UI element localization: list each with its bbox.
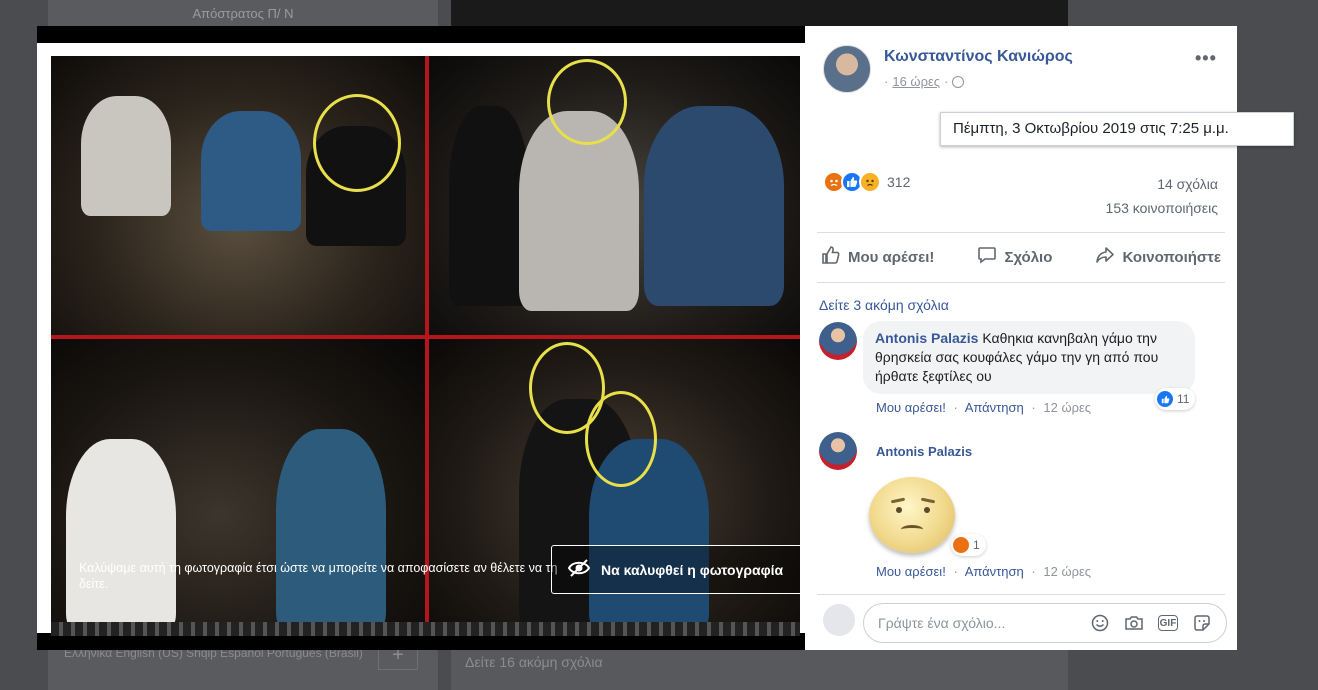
emoji-icon[interactable] [1090,613,1110,633]
separator-dot: · [953,564,958,579]
gif-label: GIF [1159,617,1177,629]
comment-like-link[interactable]: Μου αρέσει! [876,564,946,579]
photo-frame: Καλύψαμε αυτή τη φωτογραφία έτσι ώστε να… [37,43,805,633]
separator-dot: · [1031,400,1036,415]
like-label: Μου αρέσει! [848,248,935,266]
highlight-circle [585,391,657,487]
photo-panel-top-left [51,56,425,335]
commenter-avatar[interactable] [819,322,857,360]
sticker-eye [896,507,902,513]
sad-face-sticker [869,477,955,553]
comment-reaction-count: 1 [973,538,980,552]
sticker-icon[interactable] [1192,613,1212,633]
photo-panel-top-right [429,56,800,335]
post-options-button[interactable]: ••• [1195,48,1217,69]
photo-viewer: Καλύψαμε αυτή τη φωτογραφία έτσι ώστε να… [37,26,805,650]
background-top-bar [451,0,1068,26]
share-arrow-icon [1095,245,1115,269]
uncover-photo-label: Να καλυφθεί η φωτογραφία [601,561,784,578]
comment-time-link[interactable]: 12 ώρες [1043,400,1091,415]
person-figure [66,439,176,633]
comment-bubble: Antonis Palazis Καθηκια κανηβαλη γάμο τη… [863,321,1195,394]
commenter-name[interactable]: Antonis Palazis [876,444,972,459]
comment-input[interactable]: Γράψτε ένα σχόλιο... [878,615,1090,631]
author-name[interactable]: Κωνσταντίνος Κανιώρος [884,48,1073,66]
post-meta: · 16 ώρες · [884,74,965,89]
angry-reaction-icon [953,537,969,553]
sticker-mouth [901,525,923,534]
comment-time-link[interactable]: 12 ώρες [1043,564,1091,579]
covered-photo[interactable]: Καλύψαμε αυτή τη φωτογραφία έτσι ώστε να… [51,56,800,633]
comments-count-link[interactable]: 14 σχόλια [1157,176,1218,192]
divider [817,282,1225,283]
red-divider-horizontal [51,335,800,339]
share-label: Κοινοποιήστε [1122,248,1221,266]
comment-button[interactable]: Σχόλιο [973,245,1056,269]
thumbs-up-icon [821,245,841,269]
highlight-circle [313,94,401,192]
sticker-brow [920,497,936,504]
sticker-brow [890,497,906,504]
person-figure [81,96,171,216]
uncover-photo-button[interactable]: Να καλυφθεί η φωτογραφία [551,545,800,594]
speech-bubble-icon [977,245,997,269]
time-separator: · [884,74,889,89]
post-action-bar: Μου αρέσει! Σχόλιο Κοινοποιήστε [817,238,1225,276]
author-avatar[interactable] [823,45,871,93]
photo-caption-strip [51,622,800,636]
divider [817,232,1225,233]
comment-reactions[interactable]: 1 [951,534,986,556]
reactions-summary[interactable]: 312 [823,171,910,193]
cover-notice: Καλύψαμε αυτή τη φωτογραφία έτσι ώστε να… [79,561,558,591]
timestamp-tooltip: Πέμπτη, 3 Οκτωβρίου 2019 στις 7:25 μ.μ. [940,112,1294,146]
like-button[interactable]: Μου αρέσει! [817,245,938,269]
sticker-eye [924,507,930,513]
commenter-avatar[interactable] [819,432,857,470]
comment-label: Σχόλιο [1004,248,1053,266]
user-avatar [823,604,855,636]
eye-slash-icon [567,558,591,581]
share-button[interactable]: Κοινοποιήστε [1091,245,1225,269]
background-page-title: Απόστρατος Π/ Ν [192,6,294,21]
separator-dot: · [953,400,958,415]
separator-dot: · [944,74,949,89]
camera-icon[interactable] [1124,613,1144,633]
red-divider-vertical [425,56,429,633]
view-more-comments-link[interactable]: Δείτε 3 ακόμη σχόλια [819,297,949,313]
comment-reply-link[interactable]: Απάντηση [965,400,1024,415]
highlight-circle [547,59,627,145]
sad-reaction-icon [859,171,881,193]
commenter-name[interactable]: Antonis Palazis [875,330,978,346]
person-figure [644,106,784,306]
person-figure [276,429,386,633]
person-figure [201,111,301,231]
person-figure [449,106,529,306]
post-time-link[interactable]: 16 ώρες [892,74,940,89]
shares-count-link[interactable]: 153 κοινοποιήσεις [1106,200,1218,216]
comment-actions: Μου αρέσει! · Απάντηση · 12 ώρες [876,564,1091,579]
background-more-comments: Δείτε 16 ακόμη σχόλια [465,654,603,670]
comment-actions: Μου αρέσει! · Απάντηση · 12 ώρες [876,400,1091,415]
comment-reaction-count: 11 [1177,392,1190,406]
divider [817,594,1225,595]
like-reaction-icon [1157,391,1173,407]
gif-icon[interactable]: GIF [1158,615,1178,631]
comment-reply-link[interactable]: Απάντηση [965,564,1024,579]
comment-like-link[interactable]: Μου αρέσει! [876,400,946,415]
comment-reactions[interactable]: 11 [1155,388,1196,410]
separator-dot: · [1031,564,1036,579]
reaction-count: 312 [887,174,911,190]
comment-composer[interactable]: Γράψτε ένα σχόλιο... GIF [863,603,1227,643]
public-globe-icon[interactable] [952,75,965,88]
